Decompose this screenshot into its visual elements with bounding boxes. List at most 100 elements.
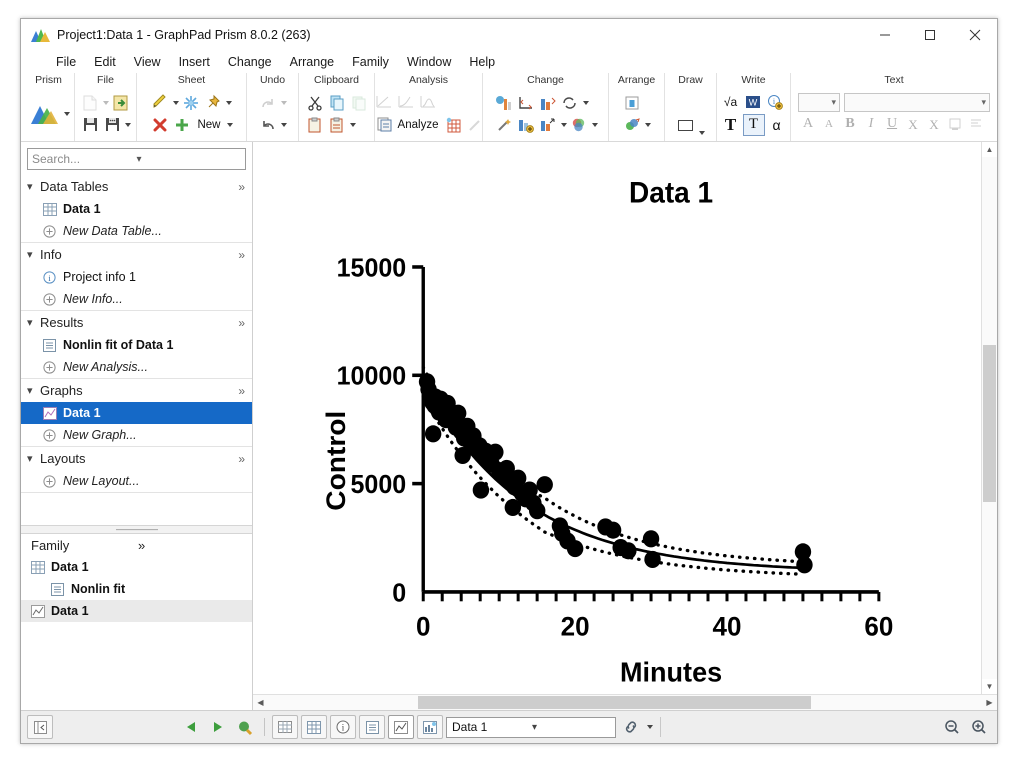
freeze-sheet-icon[interactable] [181,93,201,113]
horizontal-scroll-thumb[interactable] [417,696,811,709]
redo-icon[interactable] [258,93,278,113]
nav-section-header-info[interactable]: ▾ Info » [21,243,252,266]
group-objects-caret-icon[interactable] [645,122,651,127]
zoom-out-button[interactable] [940,716,964,738]
new-sheet-caret-icon[interactable] [226,122,233,127]
menu-change[interactable]: Change [219,53,281,71]
overlay-colors-caret-icon[interactable] [591,122,598,127]
save-as-caret-icon[interactable] [125,122,131,127]
subscript-button[interactable]: X [924,114,944,134]
rename-sheet-icon[interactable] [150,93,170,113]
resize-graph-caret-icon[interactable] [560,122,567,127]
family-item-graph[interactable]: Data 1 [21,600,252,622]
next-sheet-button[interactable] [206,716,230,738]
nav-section-more-icon[interactable]: » [238,452,252,466]
graph-canvas[interactable]: Data 1 0 5000 10000 15000 0 20 40 60 Minutes Contr… [253,142,981,694]
zoom-in-button[interactable] [967,716,991,738]
collapse-navigator-button[interactable] [27,715,53,739]
sidebar-item-new-analysis[interactable]: New Analysis... [21,356,252,378]
close-button[interactable] [952,19,997,51]
scroll-left-arrow-icon[interactable]: ◀ [253,698,268,707]
italic-button[interactable]: I [861,114,881,134]
redo-caret-icon[interactable] [281,100,287,105]
sidebar-item-new-graph[interactable]: New Graph... [21,424,252,446]
menu-view[interactable]: View [125,53,170,71]
sheet-grid-button[interactable] [272,715,298,739]
scroll-down-arrow-icon[interactable]: ▼ [982,679,997,694]
menu-arrange[interactable]: Arrange [281,53,343,71]
nav-section-header-graphs[interactable]: ▾ Graphs » [21,379,252,402]
analyze-button[interactable]: Analyze [372,114,442,136]
scroll-up-arrow-icon[interactable]: ▲ [982,142,997,157]
prism-menu-icon[interactable] [27,97,61,131]
link-sheet-caret-icon[interactable] [647,725,653,729]
new-file-caret-icon[interactable] [103,100,109,105]
draw-shape-caret-icon[interactable] [699,131,705,135]
info-button[interactable]: i [330,715,356,739]
maximize-button[interactable] [907,19,952,51]
group-objects-icon[interactable] [622,115,642,135]
copy-icon[interactable] [327,93,347,113]
nav-section-more-icon[interactable]: » [238,316,252,330]
analysis-grid-icon[interactable] [443,115,463,135]
word-export-icon[interactable]: W [743,92,763,112]
graphs-button[interactable] [388,715,414,739]
menu-window[interactable]: Window [398,53,460,71]
undo-icon[interactable] [258,115,278,135]
paste-icon[interactable] [305,115,325,135]
family-more-icon[interactable]: » [138,538,252,553]
greek-symbol-icon[interactable]: α [767,115,787,135]
overlay-colors-icon[interactable] [569,115,589,135]
family-item-data-table[interactable]: Data 1 [21,556,252,578]
duplicate-icon[interactable] [349,93,369,113]
text-box-tool-icon[interactable]: T [742,113,765,136]
sidebar-item-data-table-1[interactable]: Data 1 [21,198,252,220]
menu-edit[interactable]: Edit [85,53,125,71]
menu-file[interactable]: File [47,53,85,71]
horizontal-scroll-track[interactable] [268,695,982,710]
column-stats-icon[interactable] [418,92,438,112]
chevron-down-icon[interactable]: ▾ [27,316,40,329]
family-item-nonlin-fit[interactable]: Nonlin fit [21,578,252,600]
nav-section-more-icon[interactable]: » [238,180,252,194]
cut-icon[interactable] [305,93,325,113]
pin-sheet-caret-icon[interactable] [226,100,233,105]
delete-sheet-icon[interactable] [150,115,170,135]
add-data-set-icon[interactable] [516,115,536,135]
sheet-selector[interactable]: Data 1 ▾ [446,716,616,738]
save-as-icon[interactable] [102,115,122,135]
change-graph-type-icon[interactable] [494,93,514,113]
undo-caret-icon[interactable] [281,122,287,127]
previous-sheet-button[interactable] [179,716,203,738]
open-file-icon[interactable] [111,93,131,113]
nav-section-header-layouts[interactable]: ▾ Layouts » [21,447,252,470]
chevron-down-icon[interactable]: ▾ [27,180,40,193]
rename-sheet-caret-icon[interactable] [173,100,180,105]
menu-insert[interactable]: Insert [170,53,219,71]
sheet-selector-chevron-icon[interactable]: ▾ [532,722,612,733]
draw-shape-icon[interactable] [676,115,696,135]
search-input[interactable]: Search... ▾ [27,148,246,170]
decrease-font-size-button[interactable]: A [819,114,839,134]
find-sheet-button[interactable] [233,716,257,738]
change-axes-icon[interactable] [516,93,536,113]
layouts-button[interactable] [417,715,443,739]
nav-section-header-data-tables[interactable]: ▾ Data Tables » [21,175,252,198]
sidebar-item-new-info[interactable]: New Info... [21,288,252,310]
sidebar-item-nonlin-fit-of-data-1[interactable]: Nonlin fit of Data 1 [21,334,252,356]
text-color-icon[interactable] [945,114,965,134]
save-file-icon[interactable] [80,115,100,135]
navigator-splitter[interactable] [21,525,252,534]
chevron-down-icon[interactable]: ▾ [27,248,40,261]
prism-menu-caret-icon[interactable] [64,111,70,116]
nonlinear-regression-icon[interactable] [396,92,416,112]
paste-caret-icon[interactable] [349,122,356,127]
bring-to-front-icon[interactable] [622,93,642,113]
link-sheet-button[interactable] [619,716,643,738]
menu-help[interactable]: Help [460,53,504,71]
paste-special-icon[interactable] [327,115,347,135]
sidebar-item-graph-data-1[interactable]: Data 1 [21,402,252,424]
resize-graph-icon[interactable] [538,115,558,135]
new-sheet-button[interactable]: New [194,118,223,132]
chevron-down-icon[interactable]: ▾ [27,384,40,397]
